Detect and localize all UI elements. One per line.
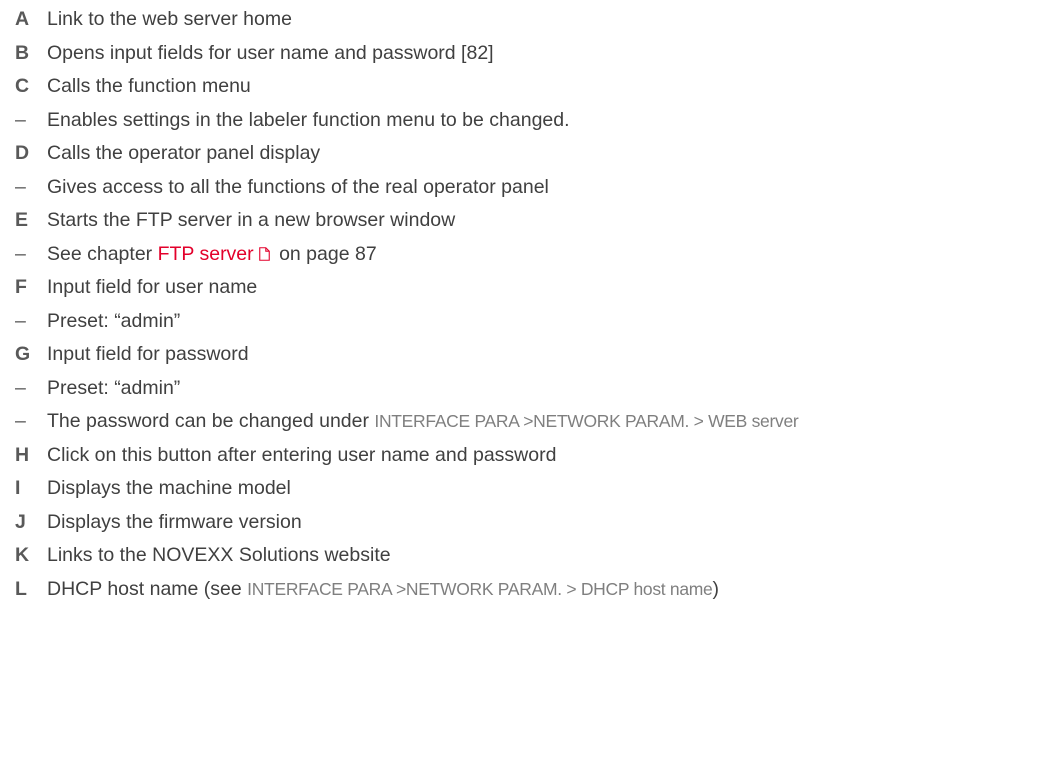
legend-key: C <box>15 75 30 97</box>
legend-text: DHCP host name (see INTERFACE PARA >NETW… <box>47 577 719 601</box>
legend-key: L <box>15 577 27 600</box>
legend-key: I <box>15 477 21 499</box>
legend-text: Gives access to all the functions of the… <box>47 175 549 198</box>
legend-text: Input field for user name <box>47 276 258 298</box>
legend-subitem: – See chapter FTP server on page 87 <box>0 242 1051 276</box>
legend-key: G <box>15 343 31 365</box>
legend-text: Input field for password <box>47 343 249 365</box>
legend-subitem: – Enables settings in the labeler functi… <box>0 108 1051 142</box>
legend-text: Calls the function menu <box>47 75 251 97</box>
legend-text: Displays the machine model <box>47 477 291 499</box>
legend-item-c: C Calls the function menu <box>0 74 1051 108</box>
legend-item-d: D Calls the operator panel display <box>0 141 1051 175</box>
legend-item-b: B Opens input fields for user name and p… <box>0 41 1051 75</box>
legend-text-before: See chapter <box>47 242 158 265</box>
legend-dash: – <box>15 376 26 399</box>
legend-item-l: L DHCP host name (see INTERFACE PARA >NE… <box>0 577 1051 611</box>
legend-item-a: A Link to the web server home <box>0 7 1051 41</box>
legend-text: Displays the firmware version <box>47 510 302 533</box>
page-icon[interactable] <box>258 246 270 261</box>
legend-subitem: – Gives access to all the functions of t… <box>0 175 1051 209</box>
legend-text: Preset: “admin” <box>47 376 181 399</box>
legend-list: A Link to the web server home B Opens in… <box>0 0 1051 610</box>
legend-item-i: I Displays the machine model <box>0 476 1051 510</box>
legend-key: D <box>15 142 30 164</box>
legend-key: H <box>15 443 30 466</box>
legend-dash: – <box>15 175 26 198</box>
ftp-server-link[interactable]: FTP server <box>158 243 254 265</box>
legend-text-after: on page 87 <box>273 242 377 265</box>
legend-text: Preset: “admin” <box>47 309 181 332</box>
legend-item-j: J Displays the firmware version <box>0 510 1051 544</box>
legend-dash: – <box>15 108 26 131</box>
legend-key: F <box>15 276 27 298</box>
legend-text: See chapter FTP server on page 87 <box>47 242 377 266</box>
legend-dash: – <box>15 242 26 265</box>
legend-text: Enables settings in the labeler function… <box>47 108 570 131</box>
legend-item-f: F Input field for user name <box>0 275 1051 309</box>
legend-key: J <box>15 510 26 533</box>
legend-item-e: E Starts the FTP server in a new browser… <box>0 208 1051 242</box>
legend-key: B <box>15 41 30 64</box>
legend-text: The password can be changed under INTERF… <box>47 409 799 433</box>
legend-text: Link to the web server home <box>47 8 292 30</box>
legend-key: E <box>15 209 29 231</box>
menu-path: INTERFACE PARA >NETWORK PARAM. > DHCP ho… <box>247 578 713 599</box>
legend-subitem: – Preset: “admin” <box>0 309 1051 343</box>
legend-text-before: DHCP host name (see <box>47 577 248 600</box>
legend-dash: – <box>15 410 26 432</box>
menu-path: INTERFACE PARA >NETWORK PARAM. > WEB ser… <box>374 411 799 431</box>
legend-text: Opens input fields for user name and pas… <box>47 41 494 64</box>
legend-subitem: – Preset: “admin” <box>0 376 1051 410</box>
legend-subitem: – The password can be changed under INTE… <box>0 409 1051 443</box>
legend-text-before: The password can be changed under <box>47 410 375 432</box>
legend-text: Links to the NOVEXX Solutions website <box>47 544 391 566</box>
legend-text-after: ) <box>712 577 720 600</box>
legend-item-g: G Input field for password <box>0 342 1051 376</box>
legend-key: K <box>15 544 30 566</box>
legend-dash: – <box>15 309 26 332</box>
legend-item-k: K Links to the NOVEXX Solutions website <box>0 543 1051 577</box>
legend-item-h: H Click on this button after entering us… <box>0 443 1051 477</box>
legend-text: Click on this button after entering user… <box>47 443 557 466</box>
legend-key: A <box>15 8 30 30</box>
legend-text: Calls the operator panel display <box>47 142 321 164</box>
legend-text: Starts the FTP server in a new browser w… <box>47 209 456 231</box>
